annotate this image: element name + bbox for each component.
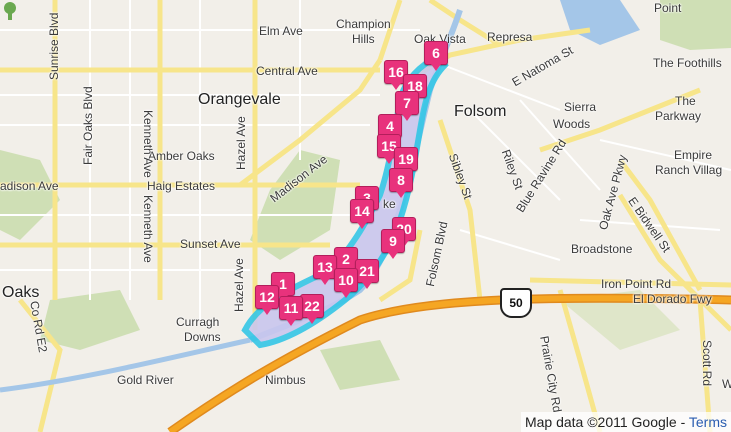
road-label-sunrise-blvd: Sunrise Blvd bbox=[47, 12, 61, 80]
place-label-point: Point bbox=[654, 1, 682, 15]
place-label-amber-oaks: Amber Oaks bbox=[148, 149, 215, 163]
place-label-parkway: Parkway bbox=[655, 109, 702, 123]
place-label-orangevale: Orangevale bbox=[198, 91, 281, 108]
map-attribution-text: Map data ©2011 Google - bbox=[524, 414, 689, 430]
road-label-kenneth-ave-1: Kenneth Ave bbox=[141, 110, 155, 178]
place-label-gold-river: Gold River bbox=[117, 373, 174, 387]
road-label-hazel-ave-1: Hazel Ave bbox=[234, 116, 248, 170]
road-label-sunset-ave: Sunset Ave bbox=[180, 237, 241, 251]
place-label-folsom: Folsom bbox=[454, 103, 507, 120]
place-label-haig-estates: Haig Estates bbox=[147, 179, 216, 193]
map-marker-22[interactable]: 22 bbox=[300, 294, 324, 324]
place-label-broadstone: Broadstone bbox=[571, 242, 633, 256]
road-label-iron-point: Iron Point Rd bbox=[601, 277, 672, 291]
place-label-empire: Empire bbox=[674, 148, 713, 162]
map-marker-6[interactable]: 6 bbox=[424, 41, 448, 71]
pin-icon bbox=[4, 2, 16, 20]
road-label-w: W bbox=[722, 377, 731, 391]
place-label-the: The bbox=[675, 94, 696, 108]
place-label-champion: Champion bbox=[336, 17, 391, 31]
place-label-the-foothills: The Foothills bbox=[653, 56, 722, 70]
map-marker-11[interactable]: 11 bbox=[279, 296, 303, 326]
place-label-lake: ke bbox=[383, 197, 396, 211]
place-label-ranch-village: Ranch Villag bbox=[655, 163, 723, 177]
road-label-kenneth-ave-2: Kenneth Ave bbox=[141, 195, 155, 263]
map-marker-10[interactable]: 10 bbox=[334, 268, 358, 298]
map-marker-7[interactable]: 7 bbox=[395, 91, 419, 121]
map-marker-9[interactable]: 9 bbox=[381, 229, 405, 259]
map-attribution: Map data ©2011 Google - Terms bbox=[520, 412, 731, 432]
place-label-oaks: Oaks bbox=[2, 284, 40, 301]
road-label-central-ave: Central Ave bbox=[256, 64, 318, 78]
road-label-madison-ave-left: adison Ave bbox=[0, 179, 59, 193]
road-label-hazel-ave-2: Hazel Ave bbox=[232, 258, 246, 312]
map-marker-14[interactable]: 14 bbox=[350, 199, 374, 229]
map-marker-12[interactable]: 12 bbox=[255, 285, 279, 315]
place-label-downs: Downs bbox=[184, 330, 221, 344]
road-label-fair-oaks-blvd: Fair Oaks Blvd bbox=[81, 86, 95, 165]
map-view[interactable]: Champion Hills Oak Vista Represa Point O… bbox=[0, 0, 731, 432]
map-marker-8[interactable]: 8 bbox=[389, 168, 413, 198]
us-50-shield: 50 bbox=[500, 288, 532, 318]
place-label-hills: Hills bbox=[352, 32, 375, 46]
place-label-woods: Woods bbox=[553, 117, 591, 131]
place-label-curragh: Curragh bbox=[176, 315, 220, 329]
map-marker-21[interactable]: 21 bbox=[355, 259, 379, 289]
place-label-represa: Represa bbox=[487, 30, 533, 44]
road-label-el-dorado-fwy: El Dorado Fwy bbox=[633, 292, 712, 306]
road-label-elm-ave: Elm Ave bbox=[259, 24, 303, 38]
place-label-nimbus: Nimbus bbox=[265, 373, 306, 387]
place-label-sierra: Sierra bbox=[564, 100, 597, 114]
road-label-scott-rd: Scott Rd bbox=[700, 340, 714, 387]
terms-link[interactable]: Terms bbox=[689, 414, 727, 430]
